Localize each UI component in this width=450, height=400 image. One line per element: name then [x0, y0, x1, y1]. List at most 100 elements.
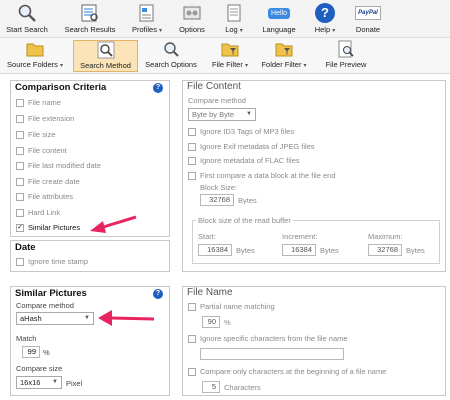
criteria-hard-link[interactable]: Hard Link — [16, 208, 60, 217]
partial-name-matching[interactable]: Partial name matching — [188, 302, 275, 311]
characters-unit: Characters — [224, 383, 261, 392]
tab-file-preview[interactable]: File Preview — [322, 40, 370, 72]
language-button[interactable]: Hello Language — [258, 2, 300, 36]
checkbox[interactable] — [16, 192, 24, 201]
file-filter-dropdown-icon: ▾ — [244, 63, 248, 69]
chevron-down-icon: ▼ — [246, 111, 252, 117]
log-icon — [223, 2, 245, 24]
checkbox[interactable] — [16, 177, 24, 186]
checkbox[interactable] — [188, 334, 196, 343]
similar-compare-method-select[interactable]: aHash ▼ — [16, 312, 94, 325]
criteria-file-name[interactable]: File name — [16, 98, 61, 107]
annotation-arrow-similar-pictures — [90, 215, 137, 233]
tab-search-options[interactable]: Search Options — [142, 40, 200, 72]
tab-search-method-label: Search Method — [80, 61, 131, 70]
start-input[interactable]: 16384 — [198, 244, 232, 256]
match-input[interactable]: 99 — [22, 346, 40, 358]
ignore-id3-tags[interactable]: Ignore ID3 Tags of MP3 files — [188, 127, 294, 136]
ignore-flac-metadata[interactable]: Ignore metadata of FLAC files — [188, 156, 300, 165]
help-button[interactable]: ? Help ▾ — [308, 2, 342, 36]
checkbox[interactable] — [16, 257, 24, 266]
donate-button[interactable]: PayPal Donate — [350, 2, 386, 36]
options-button[interactable]: Options — [172, 2, 212, 36]
main-toolbar: Start Search Search Results Profiles ▾ O… — [0, 0, 450, 38]
read-buffer-group — [192, 220, 440, 264]
criteria-file-last-modified-date[interactable]: File last modified date — [16, 161, 101, 170]
ignore-exif-metadata[interactable]: Ignore Exif metadata of JPEG files — [188, 142, 315, 151]
log-button[interactable]: Log ▾ — [218, 2, 250, 36]
date-title: Date — [15, 242, 36, 253]
criteria-file-content[interactable]: File content — [16, 146, 67, 155]
file-content-compare-method-select[interactable]: Byte by Byte ▼ — [188, 108, 256, 121]
checkbox[interactable] — [16, 98, 24, 107]
tab-file-filter[interactable]: File Filter ▾ — [210, 40, 250, 72]
criteria-file-create-date[interactable]: File create date — [16, 177, 80, 186]
file-content-title: File Content — [187, 81, 241, 92]
similar-compare-method-label: Compare method — [16, 301, 74, 310]
search-options-icon — [161, 40, 181, 58]
maximum-unit: Bytes — [406, 246, 425, 255]
checkbox-checked[interactable]: ✓ — [16, 223, 24, 232]
match-label: Match — [16, 334, 37, 343]
similar-help-icon[interactable]: ? — [153, 289, 163, 299]
ignore-time-stamp[interactable]: Ignore time stamp — [16, 257, 88, 266]
search-method-icon — [96, 41, 116, 59]
checkbox[interactable] — [16, 146, 24, 155]
increment-input[interactable]: 16384 — [282, 244, 316, 256]
checkbox[interactable] — [188, 127, 196, 136]
criteria-file-size[interactable]: File size — [16, 130, 56, 139]
ignore-characters-input[interactable] — [200, 348, 344, 360]
checkbox[interactable] — [188, 156, 196, 165]
compare-size-label: Compare size — [16, 364, 63, 373]
criteria-file-extension[interactable]: File extension — [16, 114, 74, 123]
profiles-label: Profiles ▾ — [131, 25, 163, 34]
criteria-similar-pictures[interactable]: ✓ Similar Pictures — [16, 223, 80, 232]
search-results-button[interactable]: Search Results — [62, 2, 118, 36]
tab-folder-filter[interactable]: Folder Filter ▾ — [258, 40, 310, 72]
checkbox[interactable] — [188, 302, 196, 311]
file-filter-icon — [220, 40, 240, 58]
options-label: Options — [179, 25, 205, 34]
log-dropdown-icon: ▾ — [239, 28, 243, 34]
log-label: Log ▾ — [225, 25, 243, 34]
first-compare-block-at-end[interactable]: First compare a data block at the file e… — [188, 171, 336, 180]
increment-label: Increment: — [282, 232, 318, 241]
tab-search-method[interactable]: Search Method — [73, 40, 138, 72]
similar-pictures-title: Similar Pictures — [15, 288, 87, 299]
maximum-label: Maximum: — [368, 232, 403, 241]
checkbox[interactable] — [188, 142, 196, 151]
partial-match-input[interactable]: 90 — [202, 316, 220, 328]
checkbox[interactable] — [188, 367, 196, 376]
block-size-label: Block Size: — [200, 183, 238, 192]
help-dropdown-icon: ▾ — [332, 28, 336, 34]
checkbox[interactable] — [188, 171, 196, 180]
annotation-arrow-compare-method — [98, 310, 155, 326]
tab-source-folders[interactable]: Source Folders ▾ — [4, 40, 66, 72]
tab-folder-filter-label: Folder Filter ▾ — [261, 60, 307, 69]
folder-filter-icon — [274, 40, 294, 58]
search-results-label: Search Results — [64, 25, 116, 34]
checkbox[interactable] — [16, 114, 24, 123]
checkbox[interactable] — [16, 208, 24, 217]
block-size-input[interactable]: 32768 — [200, 194, 234, 206]
ignore-specific-characters[interactable]: Ignore specific characters from the file… — [188, 334, 348, 343]
criteria-file-attributes[interactable]: File attributes — [16, 192, 73, 201]
tab-search-options-label: Search Options — [145, 60, 197, 69]
comparison-help-icon[interactable]: ? — [153, 83, 163, 93]
language-icon: Hello — [265, 2, 293, 24]
maximum-input[interactable]: 32768 — [368, 244, 402, 256]
characters-count-input[interactable]: 5 — [202, 381, 220, 393]
source-folders-dropdown-icon: ▾ — [59, 63, 63, 69]
checkbox[interactable] — [16, 130, 24, 139]
section-tabbar: Source Folders ▾ Search Method Search Op… — [0, 38, 450, 74]
start-search-button[interactable]: Start Search — [6, 2, 48, 36]
folder-icon — [25, 40, 45, 58]
profiles-icon — [136, 2, 158, 24]
tab-file-filter-label: File Filter ▾ — [212, 60, 248, 69]
compare-only-beginning[interactable]: Compare only characters at the beginning… — [188, 367, 386, 376]
partial-match-unit: % — [224, 318, 231, 327]
compare-size-select[interactable]: 16x16 ▼ — [16, 376, 62, 389]
profiles-button[interactable]: Profiles ▾ — [127, 2, 167, 36]
compare-size-unit: Pixel — [66, 379, 83, 388]
checkbox[interactable] — [16, 161, 24, 170]
